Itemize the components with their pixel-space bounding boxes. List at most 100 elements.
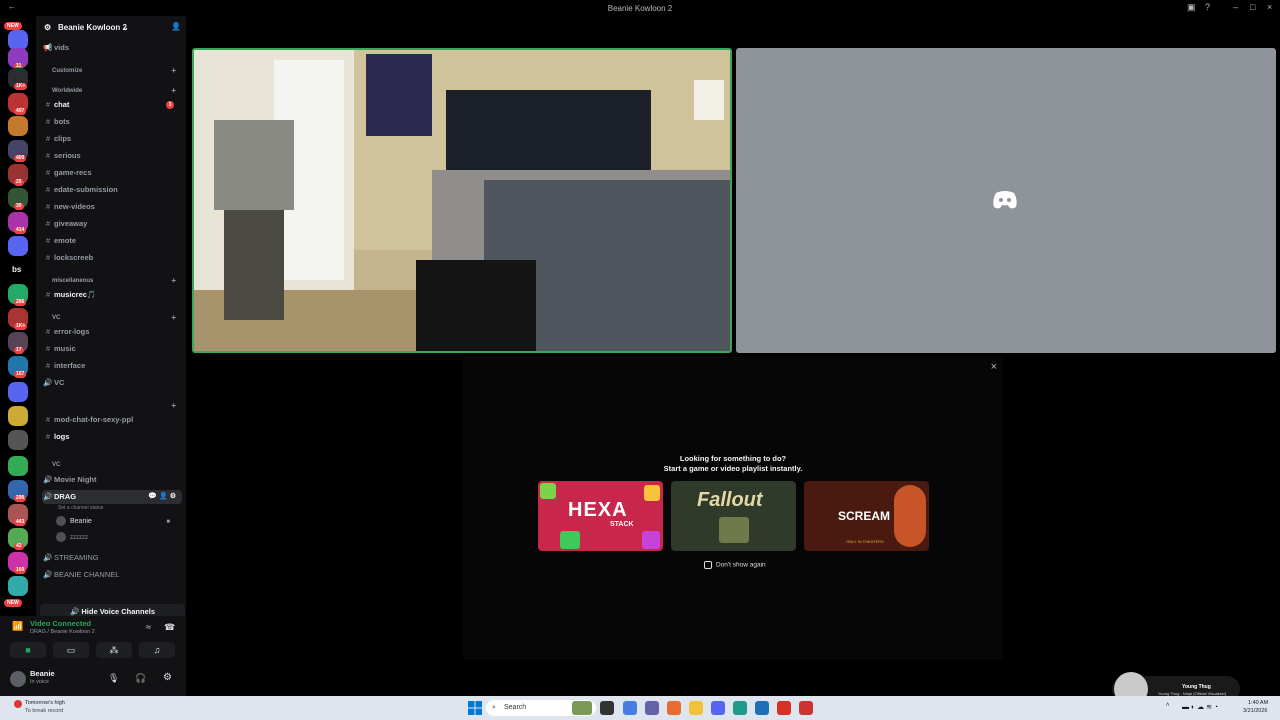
inbox-icon[interactable]: ▣ [1187, 2, 1196, 13]
close-window-button[interactable]: × [1267, 2, 1272, 12]
soundboard-button[interactable]: ♫ [139, 642, 175, 658]
channel-actions-icon[interactable]: 💬 👤 ⚙ [148, 490, 176, 504]
clock-time[interactable]: 1:40 AM [1248, 700, 1268, 706]
channel-new-videos[interactable]: # new-videos [42, 200, 182, 214]
server-icon[interactable]: 17 [8, 332, 28, 354]
server-icon[interactable]: 167 [8, 356, 28, 378]
add-channel-icon[interactable]: + [171, 66, 176, 75]
app-icon[interactable] [755, 701, 769, 715]
mic-icon[interactable]: 🎙 [108, 673, 119, 684]
tray-chevron-icon[interactable]: ^ [1166, 703, 1169, 710]
channel-vids[interactable]: 📢vids [42, 41, 182, 55]
folder-icon[interactable] [8, 382, 28, 402]
weather-line1[interactable]: Tomorrow's high [25, 700, 65, 706]
channel-edate-submission[interactable]: # edate-submission [42, 183, 182, 197]
server-icon[interactable]: 1K+ [8, 308, 28, 330]
camera-tile[interactable] [192, 48, 732, 353]
add-channel-icon[interactable]: + [171, 313, 176, 322]
windows-start-icon[interactable] [468, 701, 482, 715]
noise-suppression-icon[interactable]: ≈ [146, 622, 151, 632]
server-icon[interactable]: 11 [8, 48, 28, 70]
copilot-icon[interactable] [623, 701, 637, 715]
server-icon[interactable] [8, 116, 28, 136]
activity-card-fallout[interactable]: Fallout [671, 481, 796, 551]
channel-clips[interactable]: # clips [42, 132, 182, 146]
server-icon[interactable]: 42 [8, 528, 28, 550]
camera-button[interactable]: ■ [10, 642, 46, 658]
clock-date[interactable]: 3/21/2026 [1243, 708, 1267, 714]
edge-icon[interactable] [733, 701, 747, 715]
server-icon[interactable] [8, 456, 28, 476]
voice-channel-drag[interactable]: 🔊DRAG 💬 👤 ⚙ [42, 490, 182, 504]
channel-error-logs[interactable]: # error-logs [42, 325, 182, 339]
channel-chat[interactable]: # chat 3 [42, 98, 182, 112]
server-icon[interactable]: 1K+ [8, 68, 28, 90]
taskbar-widget-icon[interactable] [572, 701, 592, 715]
server-icon[interactable]: 30 [8, 188, 28, 210]
voice-channel-movie-night[interactable]: 🔊Movie Night [42, 473, 182, 487]
voice-location[interactable]: DRAG / Beanie Kowloon 2 [30, 629, 95, 635]
server-icon[interactable]: 443 [8, 504, 28, 526]
channel-emote[interactable]: # emote [42, 234, 182, 248]
voice-channel-streaming[interactable]: 🔊STREAMING [42, 551, 182, 565]
headphones-icon[interactable]: 🎧 [135, 673, 146, 684]
maximize-button[interactable]: □ [1250, 2, 1255, 12]
server-icon[interactable] [8, 30, 28, 50]
server-icon[interactable]: 286 [8, 284, 28, 306]
server-icon[interactable]: 497 [8, 93, 28, 115]
channel-game-recs[interactable]: # game-recs [42, 166, 182, 180]
teams-icon[interactable] [645, 701, 659, 715]
chrome-icon[interactable] [777, 701, 791, 715]
weather-alert-icon[interactable] [14, 700, 22, 708]
app-icon[interactable] [667, 701, 681, 715]
close-icon[interactable]: × [991, 361, 997, 373]
server-icon[interactable]: 25 [8, 164, 28, 186]
minimize-button[interactable]: – [1233, 2, 1238, 12]
category-vc-2[interactable]: VC [42, 462, 182, 468]
signal-icon[interactable]: 📶 [12, 621, 23, 632]
tray-icons[interactable]: ▬ ◐ ☁ ≋ ◔ [1182, 703, 1218, 711]
activity-button[interactable]: ⁂ [96, 642, 132, 658]
add-channel-icon[interactable]: + [171, 86, 176, 95]
server-header[interactable]: ⚙ Beanie Kowloon 2 ⌄ 👤 [36, 16, 186, 40]
channel-musicrec[interactable]: # musicrec🎵 [42, 288, 182, 302]
server-icon[interactable]: 290 [8, 480, 28, 502]
server-icon[interactable]: 400 [8, 140, 28, 162]
add-member-icon[interactable]: 👤 [171, 22, 181, 31]
channel-lockscreeb[interactable]: # lockscreeb [42, 251, 182, 265]
channel-giveaway[interactable]: # giveaway [42, 217, 182, 231]
participant-tile[interactable] [736, 48, 1276, 353]
server-bs[interactable]: bs [12, 265, 21, 274]
channel-status[interactable]: Set a channel status [58, 505, 103, 511]
activity-card-scream[interactable]: SCREAM ONLY IN THEATERS [804, 481, 929, 551]
app-icon[interactable] [799, 701, 813, 715]
voice-channel-beanie-channel[interactable]: 🔊BEANIE CHANNEL [42, 568, 182, 582]
task-view-icon[interactable] [600, 701, 614, 715]
channel-mod-chat[interactable]: # mod-chat-for-sexy-ppl [42, 413, 182, 427]
add-channel-icon[interactable]: + [171, 276, 176, 285]
voice-user[interactable]: zzzzzz [56, 531, 176, 545]
activity-card-hexa-stack[interactable]: HEXA STACK [538, 481, 663, 551]
help-icon[interactable]: ? [1205, 2, 1210, 12]
disconnect-icon[interactable]: ☎ [164, 622, 175, 633]
channel-bots[interactable]: # bots [42, 115, 182, 129]
server-icon[interactable] [8, 430, 28, 450]
category-vc[interactable]: VC + [42, 313, 182, 322]
channel-logs[interactable]: # logs [42, 430, 182, 444]
screen-share-button[interactable]: ▭ [53, 642, 89, 658]
voice-channel-vc[interactable]: 🔊VC [42, 376, 182, 390]
gear-icon[interactable]: ⚙ [163, 672, 172, 683]
dont-show-again-checkbox[interactable]: Don't show again [704, 561, 766, 569]
category-worldwide[interactable]: Worldwide + [42, 86, 182, 95]
voice-user[interactable]: Beanie ■ [56, 515, 176, 529]
add-channel-icon[interactable]: + [171, 401, 176, 410]
channel-music[interactable]: # music [42, 342, 182, 356]
file-explorer-icon[interactable] [689, 701, 703, 715]
server-icon[interactable] [8, 406, 28, 426]
category-miscellaneous[interactable]: miscellaneous + [42, 276, 182, 285]
server-icon[interactable] [8, 236, 28, 256]
channel-interface[interactable]: # interface [42, 359, 182, 373]
channel-serious[interactable]: # serious [42, 149, 182, 163]
server-icon[interactable]: 169 [8, 552, 28, 574]
user-avatar[interactable] [10, 671, 26, 687]
